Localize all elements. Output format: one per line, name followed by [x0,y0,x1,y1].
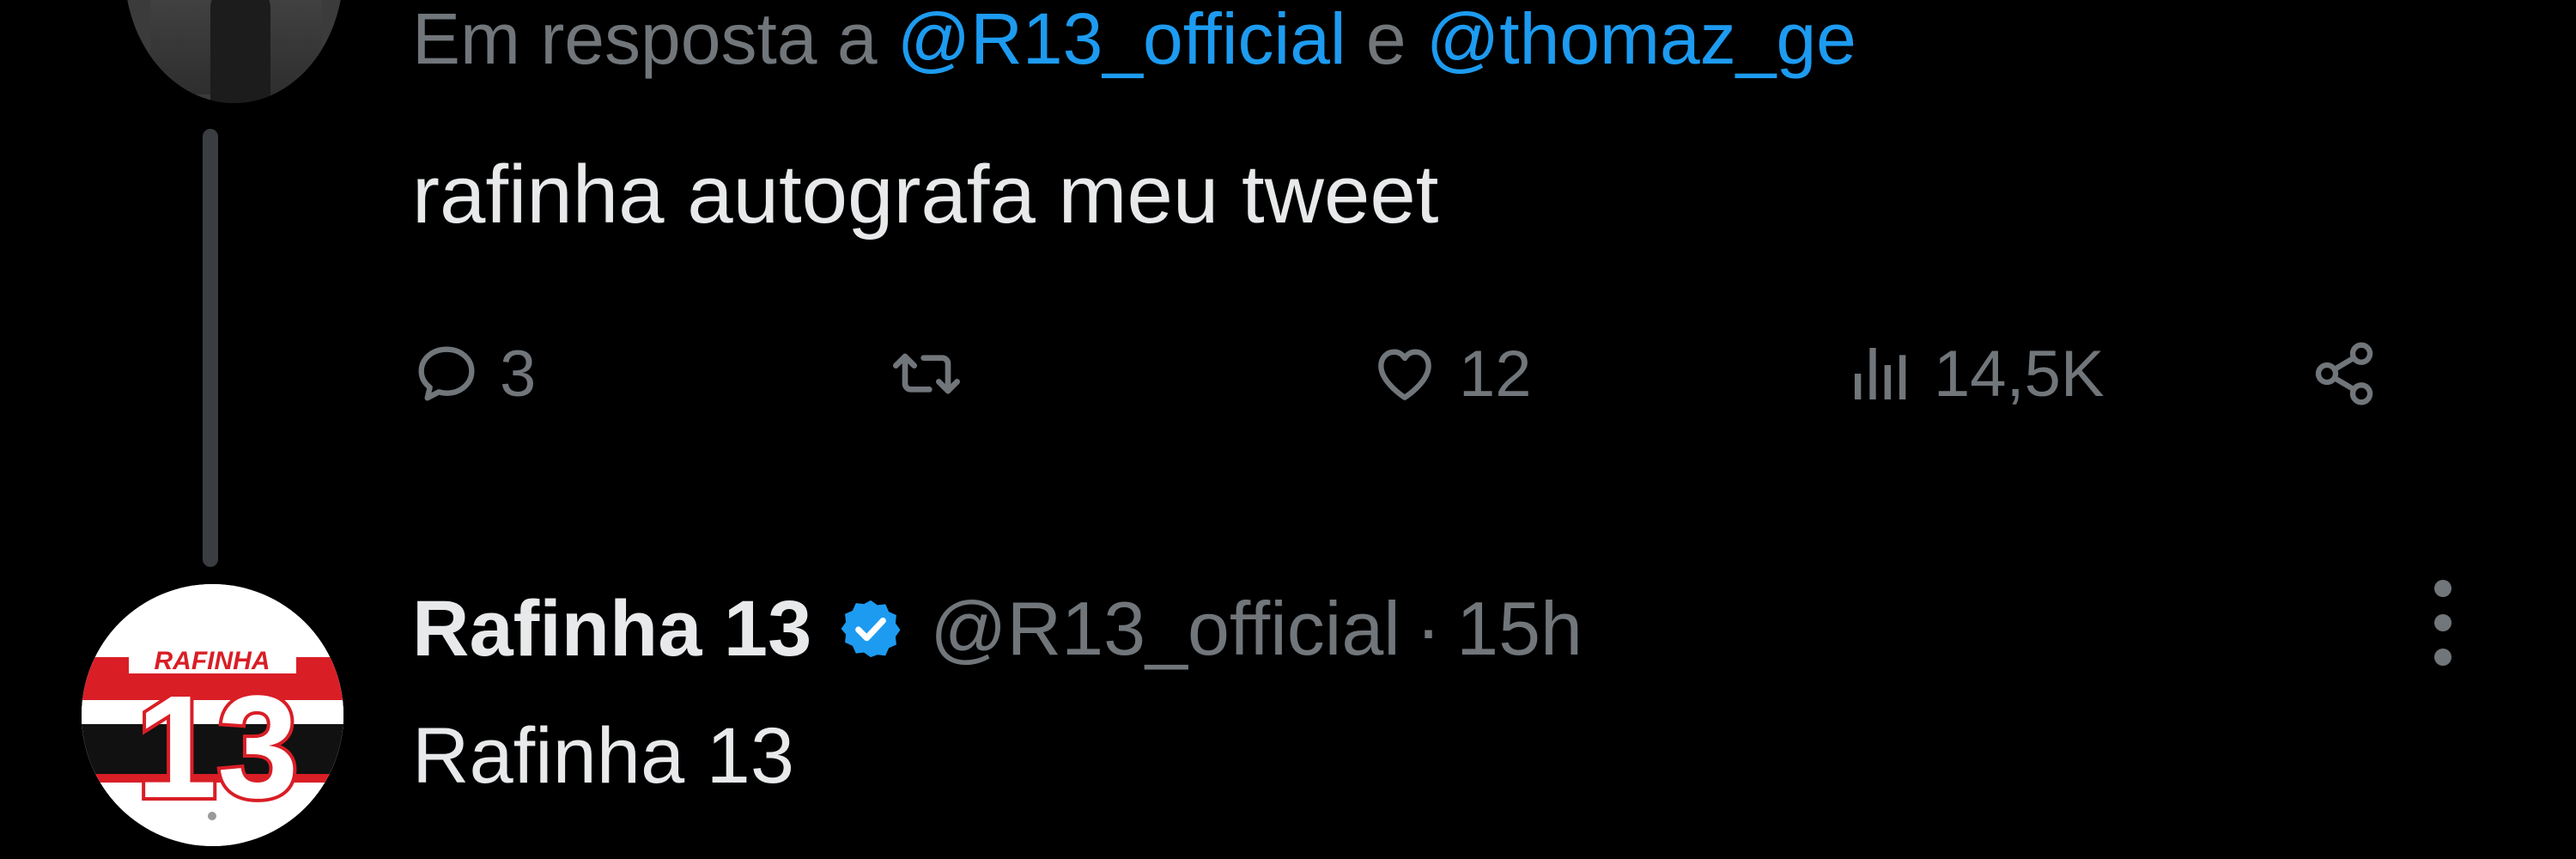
more-options-button[interactable] [2417,576,2469,670]
reply-prefix: Em resposta a [412,0,897,79]
verified-badge-icon [841,600,901,658]
header-separator: · [1415,586,1442,671]
heart-icon [1370,339,1440,408]
like-count: 12 [1459,337,1532,411]
rafinha13-logo: RAFINHA 13 [82,584,343,846]
tweet-action-bar: 3 12 14,5K [412,326,2387,421]
share-button[interactable] [2310,326,2379,421]
share-nodes-icon [2310,339,2379,408]
mention-link-thomaz[interactable]: @thomaz_ge [1426,0,1856,79]
logo-number: 13 [136,666,298,829]
vertical-ellipsis-icon [2434,580,2451,666]
author-handle[interactable]: @R13_official [930,585,1400,673]
reply-conjunction: e [1346,0,1426,79]
thread-connector-line [203,129,218,567]
avatar-reply-author[interactable] [125,0,343,103]
reply-count: 3 [500,337,537,411]
tweet-timestamp[interactable]: 15h [1456,585,1583,673]
retweet-arrows-icon [889,339,964,408]
author-display-name[interactable]: Rafinha 13 [412,584,811,674]
reply-button[interactable]: 3 [412,326,536,421]
like-button[interactable]: 12 [1370,326,1532,421]
retweet-button[interactable] [889,326,983,421]
reply-context: Em resposta a @R13_official e @thomaz_ge [412,0,1856,77]
reply-tweet-text: rafinha autografa meu tweet [412,149,1439,241]
speech-bubble-icon [412,339,481,408]
bar-chart-icon [1846,339,1915,408]
avatar-photo-figure [210,0,270,103]
main-tweet-text: Rafinha 13 [412,712,794,800]
mention-link-r13[interactable]: @R13_official [897,0,1346,79]
avatar-rafinha13[interactable]: RAFINHA 13 [82,584,343,846]
tweet-header: Rafinha 13 @R13_official · 15h [412,577,1583,680]
views-button[interactable]: 14,5K [1846,326,2105,421]
view-count: 14,5K [1934,337,2105,411]
